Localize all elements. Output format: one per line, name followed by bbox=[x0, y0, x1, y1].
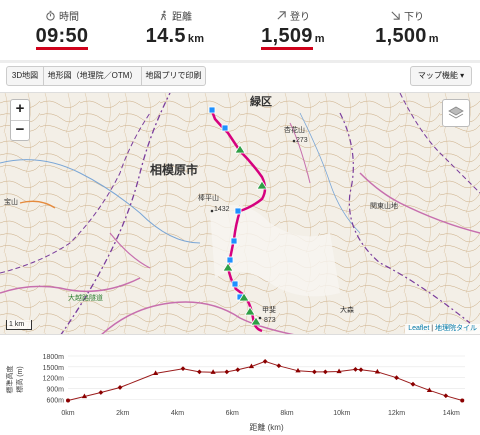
time-value: 09:50 bbox=[35, 25, 89, 50]
elevation-chart: 1800m 1500m 1200m 900m 600m 0km 2km 4km 6km 8km 10… bbox=[5, 354, 465, 432]
x-tick-label: 4km bbox=[171, 410, 184, 417]
map-label-peak-873: 873 bbox=[264, 317, 276, 324]
map-label-kanto-sanchi: 関東山地 bbox=[370, 203, 398, 210]
map-label-peak-1432: 1432 bbox=[214, 206, 230, 213]
map-label-city: 相模原市 bbox=[150, 163, 199, 177]
descent-value: 1,500 bbox=[375, 25, 427, 47]
x-tick-label: 12km bbox=[388, 410, 405, 417]
stopwatch-icon bbox=[46, 10, 55, 21]
elevation-point bbox=[210, 369, 216, 374]
descent-unit: m bbox=[428, 33, 439, 45]
layers-icon bbox=[448, 106, 464, 119]
elevation-point bbox=[262, 359, 268, 364]
ascent-stat: 登り 1,509 m bbox=[238, 8, 348, 50]
elevation-point bbox=[117, 385, 123, 390]
distance-value: 14.5 bbox=[145, 25, 186, 47]
x-tick-label: 2km bbox=[116, 410, 129, 417]
y-tick-label: 900m bbox=[46, 387, 64, 394]
descent-stat: 下り 1,500 m bbox=[352, 8, 462, 48]
tab-print-map[interactable]: 地図プリで印刷 bbox=[142, 66, 206, 86]
elevation-point bbox=[394, 375, 399, 381]
zoom-control: + − bbox=[10, 99, 30, 141]
divider bbox=[0, 60, 480, 63]
elevation-point bbox=[410, 381, 416, 387]
tab-gsi-map[interactable]: 地形図（地理院／OTM） bbox=[44, 66, 142, 86]
map-label-takarayama: 宝山 bbox=[4, 199, 18, 206]
elevation-line bbox=[67, 360, 463, 401]
y-tick-label: 600m bbox=[46, 397, 64, 404]
layers-button[interactable] bbox=[442, 99, 470, 127]
elevation-point bbox=[443, 393, 449, 399]
y-axis-label: 標高 (m) bbox=[15, 366, 24, 392]
elevation-point bbox=[197, 369, 202, 375]
elevation-point bbox=[235, 367, 241, 373]
elevation-point bbox=[312, 369, 317, 375]
elevation-point bbox=[460, 398, 465, 403]
map-label-tunnel: 大越路隧道 bbox=[68, 295, 103, 302]
map-label-peak-273: 273 bbox=[296, 137, 308, 144]
elevation-point bbox=[358, 367, 364, 373]
elevation-point bbox=[353, 366, 358, 372]
x-tick-label: 14km bbox=[443, 410, 460, 417]
map-label-bohirayama: 棒平山 bbox=[198, 195, 219, 202]
elevation-point bbox=[66, 398, 70, 403]
y-tick-label: 1800m bbox=[43, 354, 65, 361]
ascent-unit: m bbox=[314, 33, 325, 45]
map-label-ward: 緑区 bbox=[250, 96, 272, 108]
walking-person-icon bbox=[160, 10, 167, 20]
x-tick-label: 10km bbox=[333, 410, 350, 417]
map-label-kyokasan: 杏花山 bbox=[284, 127, 305, 134]
x-axis-label: 距離 (km) bbox=[249, 422, 284, 432]
zoom-out-button[interactable]: − bbox=[11, 120, 29, 140]
ascent-value: 1,509 bbox=[261, 25, 313, 50]
x-tick-label: 0km bbox=[61, 410, 74, 417]
map-toolbar: 3D地図 地形図（地理院／OTM） 地図プリで印刷 マップ機能 ▾ bbox=[6, 66, 472, 86]
time-label: 時間 bbox=[59, 11, 79, 23]
tab-3d-map[interactable]: 3D地図 bbox=[6, 66, 44, 86]
map-functions-button[interactable]: マップ機能 ▾ bbox=[410, 66, 472, 86]
elevation-point bbox=[276, 363, 282, 369]
elevation-point bbox=[224, 369, 230, 375]
time-stat: 時間 09:50 bbox=[7, 8, 117, 50]
elevation-point bbox=[322, 369, 328, 375]
map-scale: 1 km bbox=[6, 320, 32, 330]
descent-label: 下り bbox=[404, 11, 424, 23]
distance-label: 距離 bbox=[172, 11, 192, 23]
y-tick-label: 1200m bbox=[43, 376, 65, 383]
leaflet-link[interactable]: Leaflet bbox=[408, 325, 429, 332]
map-label-omori: 大森 bbox=[340, 307, 354, 314]
elevation-profile: 1800m 1500m 1200m 900m 600m 0km 2km 4km 6km 8km 10… bbox=[0, 338, 480, 435]
arrow-up-right-icon bbox=[277, 10, 286, 20]
distance-unit: km bbox=[187, 33, 205, 45]
x-tick-label: 6km bbox=[226, 410, 239, 417]
map-label-kai: 甲斐 bbox=[262, 307, 276, 314]
ascent-label: 登り bbox=[290, 11, 310, 23]
zoom-in-button[interactable]: + bbox=[11, 100, 29, 120]
map-attribution: Leaflet | 地理院タイル bbox=[405, 324, 480, 334]
y-axis-label-left: 標準高度 bbox=[5, 366, 14, 394]
distance-stat: 距離 14.5 km bbox=[120, 8, 230, 48]
topo-map[interactable]: 緑区 相模原市 273 杏花山 1432 棒平山 甲斐 873 関東山地 大森 … bbox=[0, 92, 480, 335]
elevation-point bbox=[98, 390, 104, 395]
y-tick-label: 1500m bbox=[43, 365, 65, 372]
arrow-down-right-icon bbox=[391, 10, 400, 20]
gsi-tiles-link[interactable]: 地理院タイル bbox=[435, 325, 477, 332]
route-stats: 時間 09:50 距離 14.5 km 登り 1,509 m 下り 1,500 m bbox=[0, 8, 480, 58]
x-tick-label: 8km bbox=[280, 410, 293, 417]
